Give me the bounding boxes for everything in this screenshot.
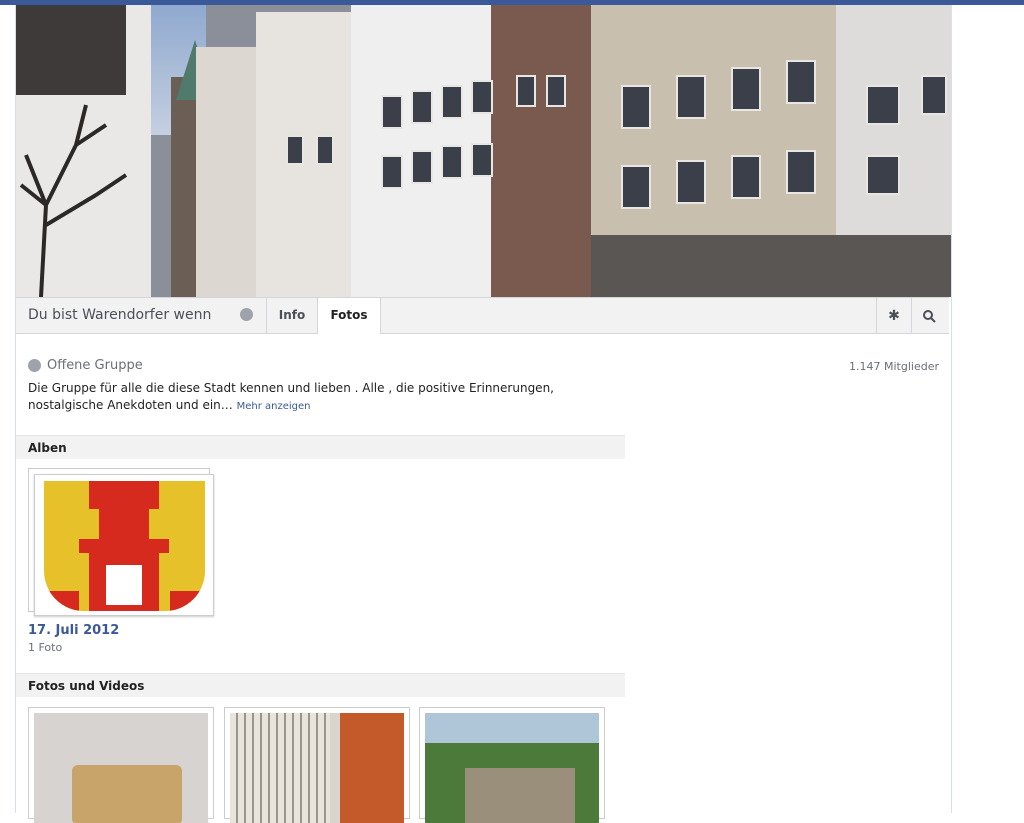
album-date[interactable]: 17. Juli 2012 xyxy=(28,623,119,638)
album-card[interactable] xyxy=(28,468,214,616)
photos-heading: Fotos und Videos xyxy=(16,673,625,697)
window xyxy=(786,60,816,104)
window xyxy=(381,95,403,129)
window xyxy=(411,90,433,124)
album-cover[interactable] xyxy=(34,474,214,616)
window xyxy=(731,67,761,111)
window xyxy=(471,80,493,114)
group-name[interactable]: Du bist Warendorfer wenn xyxy=(28,307,211,323)
window xyxy=(621,165,651,209)
member-count[interactable]: 1.147 Mitglieder xyxy=(849,360,939,373)
window xyxy=(676,160,706,204)
window xyxy=(411,150,433,184)
window xyxy=(471,143,493,177)
building-2 xyxy=(196,47,256,297)
photo-river xyxy=(425,713,599,823)
window xyxy=(731,155,761,199)
photo-thumbnail[interactable] xyxy=(419,707,605,823)
cover-photo[interactable] xyxy=(16,5,951,297)
albums-heading: Alben xyxy=(16,435,625,459)
building-roof-left xyxy=(16,5,126,95)
window xyxy=(286,135,304,165)
group-type-label: Offene Gruppe xyxy=(47,358,143,373)
window xyxy=(516,75,536,107)
group-description: Die Gruppe für alle die diese Stadt kenn… xyxy=(28,380,608,415)
window xyxy=(866,155,900,195)
photo-newspaper xyxy=(230,713,404,823)
group-nav-bar: Du bist Warendorfer wenn Info Fotos ✱ xyxy=(16,297,949,334)
window xyxy=(441,85,463,119)
album-photo-count: 1 Foto xyxy=(28,641,63,654)
tree xyxy=(19,104,128,297)
window xyxy=(546,75,566,107)
window xyxy=(676,75,706,119)
group-page: Du bist Warendorfer wenn Info Fotos ✱ Of… xyxy=(15,5,952,823)
photo-thumbnail[interactable] xyxy=(224,707,410,823)
globe-icon xyxy=(28,359,41,372)
tab-info[interactable]: Info xyxy=(266,298,317,333)
shopfront xyxy=(591,235,951,297)
photo-ticket xyxy=(34,713,208,823)
window xyxy=(381,155,403,189)
window xyxy=(441,145,463,179)
tab-fotos[interactable]: Fotos xyxy=(317,298,381,334)
group-type: Offene Gruppe xyxy=(28,358,143,373)
gear-icon[interactable]: ✱ xyxy=(876,298,911,333)
window xyxy=(921,75,947,115)
more-link[interactable]: Mehr anzeigen xyxy=(237,401,311,412)
photo-thumbnail[interactable] xyxy=(28,707,214,823)
building-5 xyxy=(491,5,591,297)
coat-of-arms-image xyxy=(44,481,205,611)
window xyxy=(621,85,651,129)
search-icon[interactable] xyxy=(911,298,946,333)
globe-icon xyxy=(240,308,253,321)
window xyxy=(866,85,900,125)
window xyxy=(316,135,334,165)
window xyxy=(786,150,816,194)
